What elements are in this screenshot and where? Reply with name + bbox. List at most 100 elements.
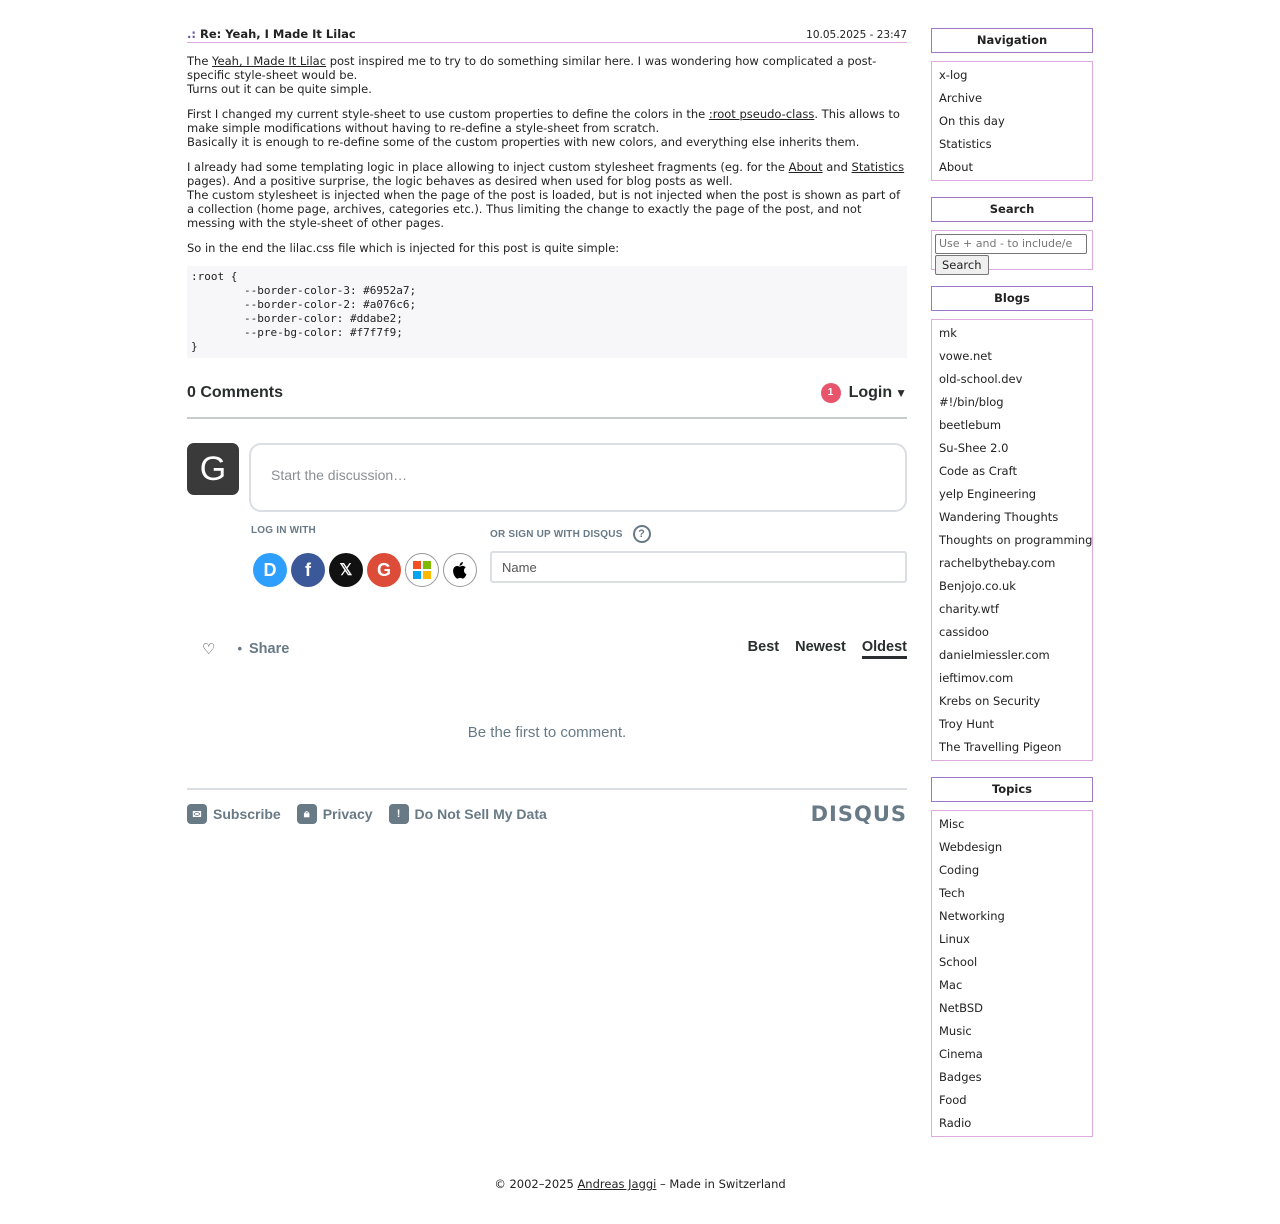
link-yeah-i-made-it-lilac[interactable]: Yeah, I Made It Lilac: [212, 54, 326, 68]
title-prefix: .:: [187, 27, 196, 41]
sort-best[interactable]: Best: [748, 639, 779, 659]
topic-item[interactable]: Radio: [939, 1112, 1085, 1135]
signup-with-label: OR SIGN UP WITH DISQUS ?: [490, 525, 651, 543]
blog-item[interactable]: cassidoo: [939, 621, 1085, 644]
sort-tabs: Best Newest Oldest: [748, 639, 907, 659]
login-menu[interactable]: 1 Login ▼: [820, 382, 907, 403]
nav-item[interactable]: On this day: [939, 110, 1085, 133]
empty-comments-message: Be the first to comment.: [467, 724, 627, 741]
paragraph: So in the end the lilac.css file which i…: [187, 241, 620, 255]
nav-item[interactable]: Archive: [939, 87, 1085, 110]
disqus-header: 0 Comments 1 Login ▼: [187, 380, 907, 419]
topic-item[interactable]: Linux: [939, 928, 1085, 951]
topic-item[interactable]: NetBSD: [939, 997, 1085, 1020]
sidebar: Navigation x-log Archive On this day Statis…: [931, 28, 1093, 1137]
help-icon[interactable]: ?: [632, 525, 651, 543]
sort-oldest[interactable]: Oldest: [861, 639, 907, 659]
do-not-sell-link[interactable]: ! Do Not Sell My Data: [388, 804, 547, 824]
nav-item[interactable]: Statistics: [939, 133, 1085, 156]
lock-icon: 🔒︎: [296, 804, 317, 824]
topic-item[interactable]: Cinema: [939, 1043, 1085, 1066]
microsoft-login-icon[interactable]: [405, 553, 439, 587]
blog-item[interactable]: ieftimov.com: [939, 667, 1085, 690]
blog-item[interactable]: yelp Engineering: [939, 483, 1085, 506]
link-about[interactable]: About: [789, 160, 823, 174]
blog-item[interactable]: danielmiessler.com: [939, 644, 1085, 667]
facebook-login-icon[interactable]: f: [291, 553, 325, 587]
notification-badge[interactable]: 1: [820, 382, 841, 403]
link-root-pseudo-class[interactable]: :root pseudo-class: [709, 107, 815, 121]
name-field[interactable]: Name: [490, 551, 907, 583]
blog-item[interactable]: mk: [939, 322, 1085, 345]
blog-item[interactable]: Krebs on Security: [939, 690, 1085, 713]
topics-heading: Topics: [931, 777, 1093, 802]
share-button[interactable]: Share: [237, 641, 289, 657]
envelope-icon: ✉: [187, 804, 207, 824]
link-statistics[interactable]: Statistics: [852, 160, 905, 174]
blog-item[interactable]: old-school.dev: [939, 368, 1085, 391]
topic-item[interactable]: Music: [939, 1020, 1085, 1043]
post-title-text[interactable]: Re: Yeah, I Made It Lilac: [200, 27, 356, 41]
post-title[interactable]: .: Re: Yeah, I Made It Lilac: [187, 28, 356, 41]
navigation-heading: Navigation: [931, 28, 1093, 53]
blog-item[interactable]: vowe.net: [939, 345, 1085, 368]
google-login-icon[interactable]: G: [367, 553, 401, 587]
text: First I changed my current style-sheet t…: [187, 107, 709, 121]
text: pages). And a positive surprise, the log…: [187, 174, 733, 188]
made-in-text: – Made in Switzerland: [656, 1177, 786, 1191]
signup-text: OR SIGN UP WITH DISQUS: [490, 528, 623, 540]
blog-item[interactable]: Wandering Thoughts: [939, 506, 1085, 529]
apple-login-icon[interactable]: [443, 553, 477, 587]
privacy-label[interactable]: Privacy: [323, 806, 373, 822]
nav-item[interactable]: About: [939, 156, 1085, 179]
topic-item[interactable]: Misc: [939, 813, 1085, 836]
blog-item[interactable]: Troy Hunt: [939, 713, 1085, 736]
topic-item[interactable]: Networking: [939, 905, 1085, 928]
author-link[interactable]: Andreas Jaggi: [577, 1177, 656, 1191]
navigation-list: x-log Archive On this day Statistics About: [931, 61, 1093, 181]
paragraph: First I changed my current style-sheet t…: [187, 107, 907, 149]
blog-item[interactable]: Benjojo.co.uk: [939, 575, 1085, 598]
post-date: 10.05.2025 - 23:47: [806, 29, 907, 41]
comment-textbox[interactable]: Start the discussion…: [249, 443, 907, 512]
blog-item[interactable]: Su-Shee 2.0: [939, 437, 1085, 460]
social-login-buttons: D f 𝕏 G: [253, 553, 477, 587]
nav-item[interactable]: x-log: [939, 64, 1085, 87]
disqus-footer: ✉ Subscribe 🔒︎ Privacy ! Do Not Sell My …: [187, 788, 907, 828]
sort-newest[interactable]: Newest: [795, 639, 846, 659]
topic-item[interactable]: Tech: [939, 882, 1085, 905]
blogs-list: mk vowe.net old-school.dev #!/bin/blog beetl…: [931, 319, 1093, 761]
topic-item[interactable]: School: [939, 951, 1085, 974]
blog-item[interactable]: rachelbythebay.com: [939, 552, 1085, 575]
page-footer: © 2002–2025 Andreas Jaggi – Made in Swit…: [0, 1177, 1280, 1191]
blog-item[interactable]: beetlebum: [939, 414, 1085, 437]
topic-item[interactable]: Coding: [939, 859, 1085, 882]
disqus-login-icon[interactable]: D: [253, 553, 287, 587]
blog-item[interactable]: #!/bin/blog: [939, 391, 1085, 414]
subscribe-label[interactable]: Subscribe: [213, 806, 281, 822]
topic-item[interactable]: Mac: [939, 974, 1085, 997]
privacy-link[interactable]: 🔒︎ Privacy: [296, 804, 373, 824]
topic-item[interactable]: Food: [939, 1089, 1085, 1112]
blog-item[interactable]: Thoughts on programming: [939, 529, 1092, 552]
disqus-logo[interactable]: DISQUS: [811, 802, 907, 826]
text: and: [822, 160, 852, 174]
text: The: [187, 54, 213, 68]
subscribe-link[interactable]: ✉ Subscribe: [187, 804, 281, 824]
search-input[interactable]: Use + and - to include/e: [935, 234, 1087, 254]
blog-item[interactable]: The Travelling Pigeon: [939, 736, 1085, 759]
blog-item[interactable]: charity.wtf: [939, 598, 1085, 621]
caret-down-icon[interactable]: ▼: [895, 386, 907, 400]
compose-area: G Start the discussion…: [187, 443, 907, 513]
heart-icon[interactable]: ♡: [202, 640, 215, 658]
do-not-sell-label[interactable]: Do Not Sell My Data: [415, 806, 547, 822]
search-box: Use + and - to include/e Search: [931, 230, 1093, 275]
x-login-icon[interactable]: 𝕏: [329, 553, 363, 587]
search-button[interactable]: Search: [935, 255, 989, 275]
comment-count: 0 Comments: [187, 383, 284, 401]
topic-item[interactable]: Webdesign: [939, 836, 1085, 859]
blog-item[interactable]: Code as Craft: [939, 460, 1085, 483]
login-label[interactable]: Login: [849, 384, 893, 402]
paragraph: The Yeah, I Made It Lilac post inspired …: [187, 54, 907, 96]
topic-item[interactable]: Badges: [939, 1066, 1085, 1089]
